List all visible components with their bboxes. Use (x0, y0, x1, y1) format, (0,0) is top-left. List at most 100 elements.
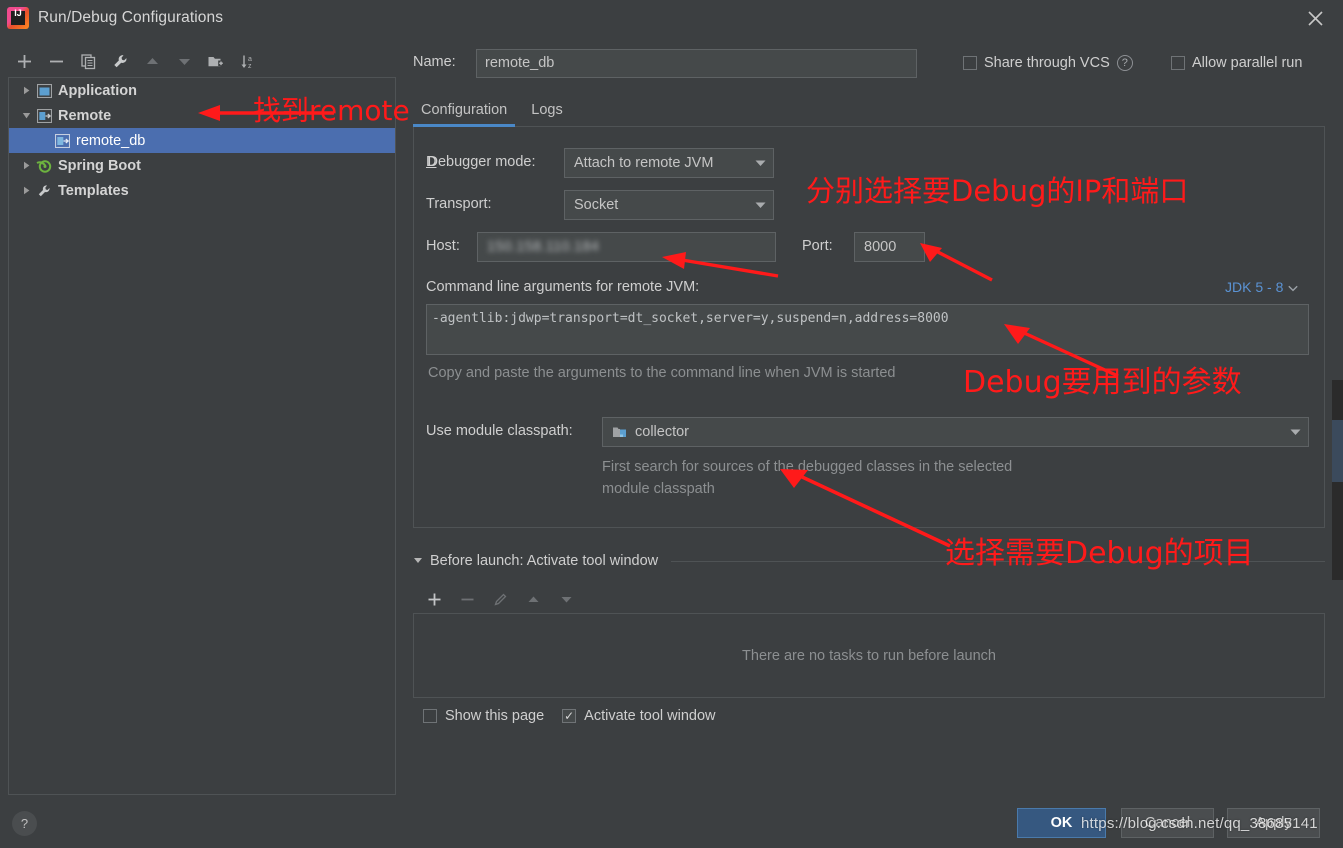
debugger-mode-label-rest: Debugger mode: (427, 154, 535, 170)
tree-item-templates[interactable]: Templates (9, 178, 395, 203)
before-launch-toolbar (418, 585, 583, 613)
transport-label: Transport: (426, 196, 492, 212)
close-icon[interactable] (1301, 4, 1329, 32)
share-through-vcs-label: Share through VCS (984, 55, 1110, 71)
window-title: Run/Debug Configurations (38, 9, 223, 27)
arrow-up-icon[interactable] (517, 586, 550, 612)
chevron-down-icon[interactable] (413, 555, 423, 568)
activate-tool-window-checkbox[interactable]: ✓ Activate tool window (562, 708, 715, 724)
minus-icon[interactable] (40, 46, 72, 76)
question-circle-icon[interactable]: ? (1117, 55, 1133, 71)
before-launch-options: Show this page ✓ Activate tool window (423, 708, 716, 724)
before-launch-header[interactable]: Before launch: Activate tool window (413, 549, 1325, 573)
wrench-icon (35, 183, 53, 199)
scrollbar-thumb[interactable] (1332, 420, 1343, 482)
command-line-arguments-label: Command line arguments for remote JVM: (426, 279, 699, 295)
scrollbar[interactable] (1332, 380, 1343, 580)
minus-icon[interactable] (451, 586, 484, 612)
host-input[interactable]: 150.158.110.184 (477, 232, 776, 262)
watermark: https://blog.csdn.net/qq_38685141 (1081, 815, 1318, 832)
arrow-up-icon[interactable] (136, 46, 168, 76)
debugger-mode-value: Attach to remote JVM (574, 155, 747, 171)
chevron-right-icon[interactable] (17, 78, 35, 103)
question-mark-icon: ? (21, 816, 28, 831)
svg-text:a: a (248, 56, 252, 63)
intellij-idea-logo-icon: IJ (7, 7, 29, 29)
application-icon (35, 83, 53, 99)
tab-label: Logs (531, 102, 562, 118)
pencil-icon[interactable] (484, 586, 517, 612)
wrench-icon[interactable] (104, 46, 136, 76)
chevron-down-icon[interactable] (747, 149, 773, 177)
help-button[interactable]: ? (12, 811, 37, 836)
tree-item-application[interactable]: Application (9, 78, 395, 103)
remote-icon (35, 108, 53, 124)
remote-icon (53, 133, 71, 149)
plus-icon[interactable] (8, 46, 40, 76)
name-input-value: remote_db (485, 55, 554, 71)
module-classpath-hint: First search for sources of the debugged… (602, 456, 1102, 500)
port-input[interactable]: 8000 (854, 232, 925, 262)
jdk-version-select[interactable]: JDK 5 - 8 (1225, 279, 1298, 295)
tree-item-spring-boot[interactable]: Spring Boot (9, 153, 395, 178)
chevron-down-icon[interactable] (1282, 418, 1308, 446)
show-this-page-label: Show this page (445, 708, 544, 724)
debugger-mode-select[interactable]: Attach to remote JVM (564, 148, 774, 178)
module-icon (612, 425, 628, 440)
module-classpath-label: Use module classpath: (426, 423, 573, 439)
arrow-down-icon[interactable] (550, 586, 583, 612)
copy-icon[interactable] (72, 46, 104, 76)
debugger-mode-label: DDebugger mode: (426, 154, 536, 170)
show-this-page-checkbox[interactable]: Show this page (423, 708, 544, 724)
sort-alpha-icon[interactable]: a z (232, 46, 264, 76)
tree-item-label: Application (58, 83, 137, 99)
divider (671, 561, 1325, 562)
name-label: Name: (413, 54, 456, 70)
configurations-toolbar: a z (8, 45, 396, 77)
configurations-tree[interactable]: Application Remote (8, 77, 396, 795)
jdk-version-value: JDK 5 - 8 (1225, 279, 1283, 295)
chevron-right-icon[interactable] (17, 153, 35, 178)
chevron-right-icon[interactable] (17, 178, 35, 203)
host-input-value: 150.158.110.184 (487, 239, 599, 255)
before-launch-empty-message: There are no tasks to run before launch (742, 648, 996, 664)
tree-item-remote-db[interactable]: remote_db (9, 128, 395, 153)
port-label: Port: (802, 238, 833, 254)
plus-icon[interactable] (418, 586, 451, 612)
module-classpath-value: collector (635, 424, 1282, 440)
module-classpath-select[interactable]: collector (602, 417, 1309, 447)
spring-boot-icon (35, 158, 53, 174)
share-through-vcs-checkbox[interactable]: Share through VCS ? (963, 55, 1133, 71)
new-folder-icon[interactable] (200, 46, 232, 76)
config-tabs: Configuration Logs (413, 98, 1325, 127)
activate-tool-window-label: Activate tool window (584, 708, 715, 724)
tree-item-label: Spring Boot (58, 158, 141, 174)
checkbox-box[interactable] (423, 709, 437, 723)
command-line-arguments-value: -agentlib:jdwp=transport=dt_socket,serve… (427, 305, 1308, 326)
transport-value: Socket (574, 197, 747, 213)
chevron-down-icon[interactable] (17, 103, 35, 128)
checkbox-box[interactable] (1171, 56, 1185, 70)
tree-item-label: remote_db (76, 133, 145, 149)
checkbox-box[interactable] (963, 56, 977, 70)
command-line-arguments-textarea[interactable]: -agentlib:jdwp=transport=dt_socket,serve… (426, 304, 1309, 355)
command-line-arguments-hint: Copy and paste the arguments to the comm… (428, 365, 895, 381)
before-launch-title: Before launch: Activate tool window (430, 553, 658, 569)
port-input-value: 8000 (864, 239, 896, 255)
host-label: Host: (426, 238, 460, 254)
chevron-down-icon[interactable] (747, 191, 773, 219)
arrow-down-icon[interactable] (168, 46, 200, 76)
tab-logs[interactable]: Logs (523, 98, 578, 126)
before-launch-task-list[interactable]: There are no tasks to run before launch (413, 613, 1325, 698)
module-classpath-hint-line1: First search for sources of the debugged… (602, 456, 1102, 478)
transport-select[interactable]: Socket (564, 190, 774, 220)
allow-parallel-run-checkbox[interactable]: Allow parallel run (1171, 55, 1302, 71)
checkbox-box[interactable]: ✓ (562, 709, 576, 723)
ok-button-label: OK (1051, 815, 1073, 831)
chevron-down-icon[interactable] (1288, 279, 1298, 295)
tree-item-remote[interactable]: Remote (9, 103, 395, 128)
name-input[interactable]: remote_db (476, 49, 917, 78)
tree-item-label: Templates (58, 183, 129, 199)
tab-configuration[interactable]: Configuration (413, 98, 523, 126)
allow-parallel-run-label: Allow parallel run (1192, 55, 1302, 71)
